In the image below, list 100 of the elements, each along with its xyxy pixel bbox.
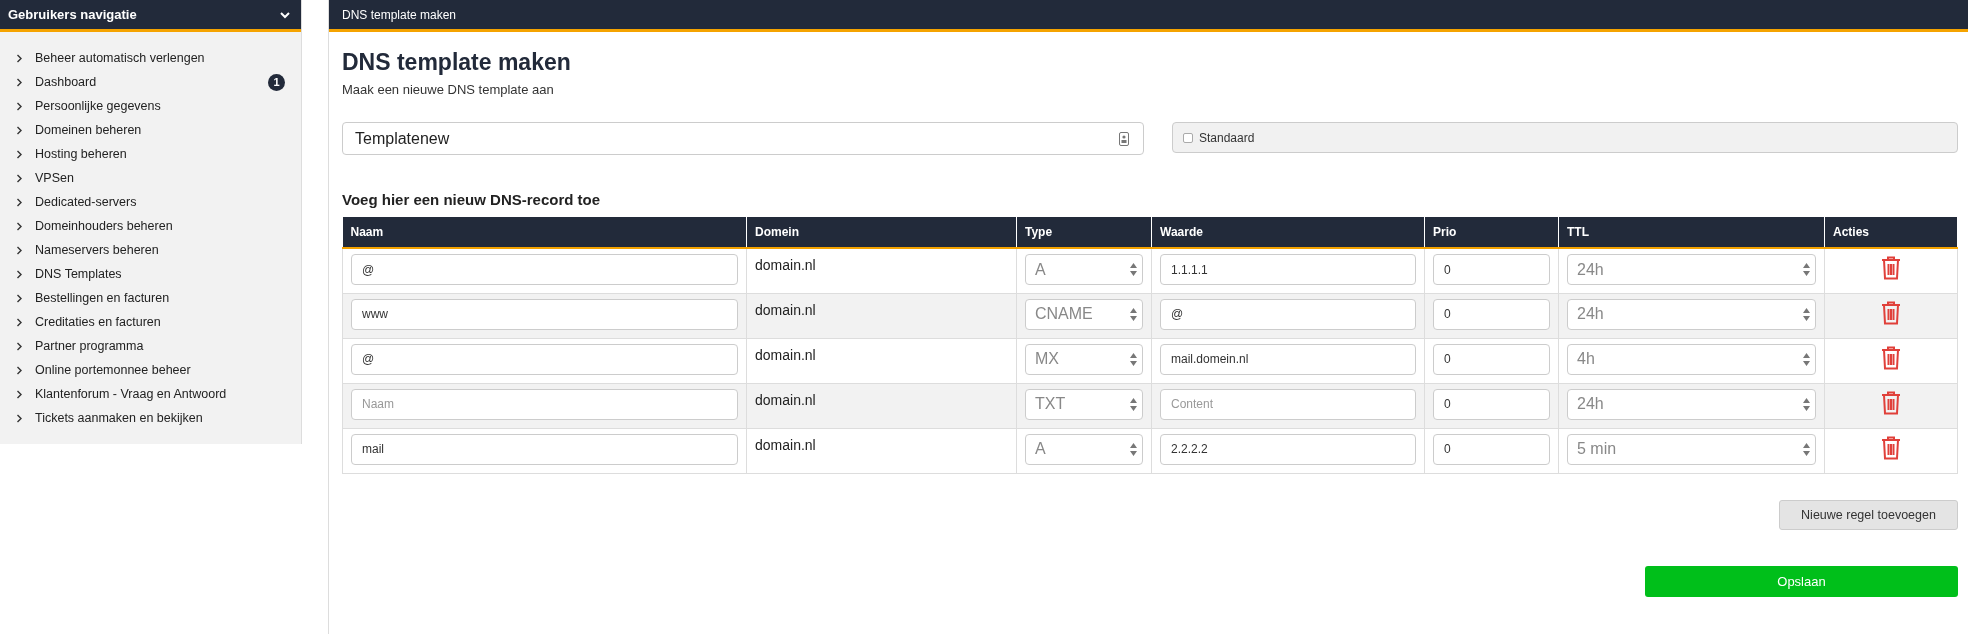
prio-input[interactable]: 0 bbox=[1433, 343, 1550, 375]
nav-item[interactable]: Tickets aanmaken en bekijken bbox=[16, 406, 301, 430]
prio-input[interactable]: 0 bbox=[1433, 254, 1550, 285]
nav-label: Bestellingen en facturen bbox=[35, 291, 171, 305]
trash-icon[interactable] bbox=[1881, 300, 1901, 325]
nav-item[interactable]: Partner programma bbox=[16, 334, 301, 358]
type-select[interactable]: A bbox=[1025, 254, 1143, 285]
add-row-button[interactable]: Nieuwe regel toevoegen bbox=[1779, 499, 1958, 530]
select-arrows-icon bbox=[1803, 263, 1810, 276]
page-title: DNS template maken bbox=[342, 49, 572, 76]
select-arrows-icon bbox=[1130, 352, 1137, 366]
nav-item[interactable]: VPSen bbox=[16, 166, 301, 190]
name-input[interactable]: www bbox=[351, 298, 738, 330]
value-input[interactable]: @ bbox=[1160, 298, 1416, 330]
chevron-right-icon bbox=[16, 101, 23, 111]
ttl-select[interactable]: 4h bbox=[1567, 343, 1816, 375]
nav-label: Dashboard bbox=[35, 75, 98, 89]
name-input[interactable]: @ bbox=[351, 343, 738, 375]
nav-item[interactable]: Creditaties en facturen bbox=[16, 310, 301, 334]
nav-label: Dedicated-servers bbox=[35, 195, 138, 209]
column-header: Prio bbox=[1424, 217, 1559, 248]
nav-label: Hosting beheren bbox=[35, 147, 128, 161]
column-header: Domein bbox=[746, 217, 1017, 248]
type-select[interactable]: CNAME bbox=[1025, 298, 1143, 330]
template-name-field[interactable]: Templatenew bbox=[342, 122, 1144, 155]
trash-icon[interactable] bbox=[1881, 256, 1901, 280]
chevron-right-icon bbox=[16, 53, 23, 63]
column-header: Naam bbox=[342, 217, 747, 248]
chevron-right-icon bbox=[16, 317, 23, 327]
nav-item[interactable]: Domeinen beheren bbox=[16, 118, 301, 142]
sidebar-header[interactable]: Gebruikers navigatie bbox=[0, 0, 301, 32]
chevron-right-icon bbox=[16, 173, 23, 183]
column-header: Type bbox=[1016, 217, 1152, 248]
header-title: DNS template maken bbox=[342, 7, 457, 22]
select-arrows-icon bbox=[1130, 307, 1137, 321]
nav-label: DNS Templates bbox=[35, 267, 123, 281]
value-input[interactable]: 2.2.2.2 bbox=[1160, 433, 1416, 465]
trash-icon[interactable] bbox=[1881, 345, 1901, 370]
nav-label: Domeinen beheren bbox=[35, 123, 143, 137]
select-arrows-icon bbox=[1803, 442, 1810, 456]
prio-input[interactable]: 0 bbox=[1433, 298, 1550, 330]
nav-item[interactable]: Bestellingen en facturen bbox=[16, 286, 301, 310]
nav-label: Tickets aanmaken en bekijken bbox=[35, 411, 204, 425]
nav-item[interactable]: Dedicated-servers bbox=[16, 190, 301, 214]
nav-item[interactable]: Hosting beheren bbox=[16, 142, 301, 166]
ttl-select[interactable]: 24h bbox=[1567, 388, 1816, 420]
domain-text: domain.nl bbox=[755, 257, 817, 273]
chevron-right-icon bbox=[16, 77, 23, 87]
nav-item[interactable]: Persoonlijke gegevens bbox=[16, 94, 301, 118]
chevron-right-icon bbox=[16, 221, 23, 231]
chevron-right-icon bbox=[16, 365, 23, 375]
nav-item[interactable]: Online portemonnee beheer bbox=[16, 358, 301, 382]
chevron-right-icon bbox=[16, 413, 23, 423]
value-input[interactable]: 1.1.1.1 bbox=[1160, 254, 1416, 285]
nav-item[interactable]: Klantenforum - Vraag en Antwoord bbox=[16, 382, 301, 406]
chevron-right-icon bbox=[16, 197, 23, 207]
contact-card-icon bbox=[1119, 131, 1129, 146]
name-input[interactable]: @ bbox=[351, 254, 738, 285]
nav-item[interactable]: Dashboard 1 bbox=[16, 70, 301, 94]
ttl-select[interactable]: 24h bbox=[1567, 298, 1816, 330]
column-header: Waarde bbox=[1151, 217, 1425, 248]
nav-label: Persoonlijke gegevens bbox=[35, 99, 162, 113]
select-arrows-icon bbox=[1803, 352, 1810, 366]
ttl-select[interactable]: 5 min bbox=[1567, 433, 1816, 465]
name-input[interactable]: mail bbox=[351, 433, 738, 465]
type-select[interactable]: MX bbox=[1025, 343, 1143, 375]
type-select[interactable]: A bbox=[1025, 433, 1143, 465]
select-arrows-icon bbox=[1803, 307, 1810, 321]
domain-text: domain.nl bbox=[755, 301, 817, 318]
select-arrows-icon bbox=[1803, 397, 1810, 411]
default-checkbox[interactable] bbox=[1183, 132, 1193, 143]
domain-text: domain.nl bbox=[755, 436, 817, 453]
nav-label: Creditaties en facturen bbox=[35, 315, 162, 329]
chevron-right-icon bbox=[16, 389, 23, 399]
nav-item[interactable]: DNS Templates bbox=[16, 262, 301, 286]
select-arrows-icon bbox=[1130, 397, 1137, 411]
ttl-select[interactable]: 24h bbox=[1567, 254, 1816, 285]
domain-text: domain.nl bbox=[755, 346, 817, 363]
nav-item[interactable]: Domeinhouders beheren bbox=[16, 214, 301, 238]
prio-input[interactable]: 0 bbox=[1433, 433, 1550, 465]
nav-label: Nameservers beheren bbox=[35, 243, 160, 257]
value-input[interactable]: Content bbox=[1160, 388, 1416, 420]
value-input[interactable]: mail.domein.nl bbox=[1160, 343, 1416, 375]
name-input[interactable]: Naam bbox=[351, 388, 738, 420]
type-select[interactable]: TXT bbox=[1025, 388, 1143, 420]
nav-item[interactable]: Beheer automatisch verlengen bbox=[16, 46, 301, 70]
chevron-right-icon bbox=[16, 293, 23, 303]
sidebar-title: Gebruikers navigatie bbox=[8, 7, 137, 22]
page-subtitle: Maak een nieuwe DNS template aan bbox=[342, 82, 555, 97]
column-header: Acties bbox=[1824, 217, 1958, 248]
trash-icon[interactable] bbox=[1881, 390, 1901, 415]
chevron-right-icon bbox=[16, 125, 23, 135]
trash-icon[interactable] bbox=[1881, 435, 1901, 460]
chevron-right-icon bbox=[16, 245, 23, 255]
chevron-right-icon bbox=[16, 341, 23, 351]
prio-input[interactable]: 0 bbox=[1433, 388, 1550, 420]
select-arrows-icon bbox=[1130, 263, 1137, 276]
nav-item[interactable]: Nameservers beheren bbox=[16, 238, 301, 262]
nav-label: VPSen bbox=[35, 171, 75, 185]
select-arrows-icon bbox=[1130, 442, 1137, 456]
